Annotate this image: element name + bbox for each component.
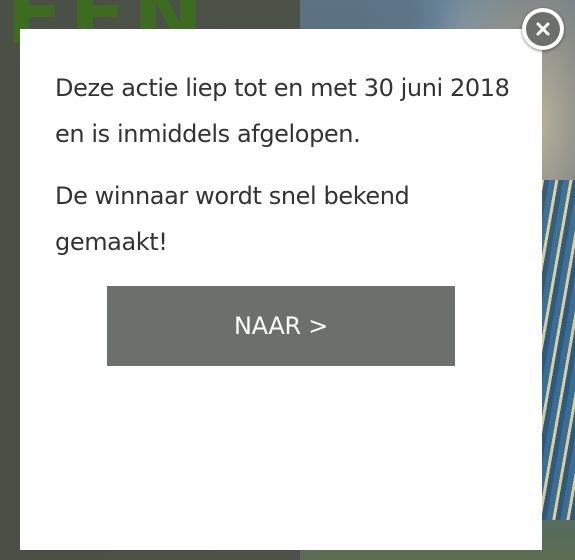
modal-message-expired: Deze actie liep tot en met 30 juni 2018 … — [55, 74, 510, 148]
close-modal-button[interactable] — [522, 8, 564, 50]
close-icon-glyph — [536, 22, 550, 36]
modal-message-winner: De winnaar wordt snel bekend gemaakt! — [55, 182, 410, 256]
naar-button[interactable]: NAAR > — [107, 286, 455, 366]
notification-modal: Deze actie liep tot en met 30 juni 2018 … — [20, 29, 542, 550]
close-icon — [526, 12, 560, 46]
